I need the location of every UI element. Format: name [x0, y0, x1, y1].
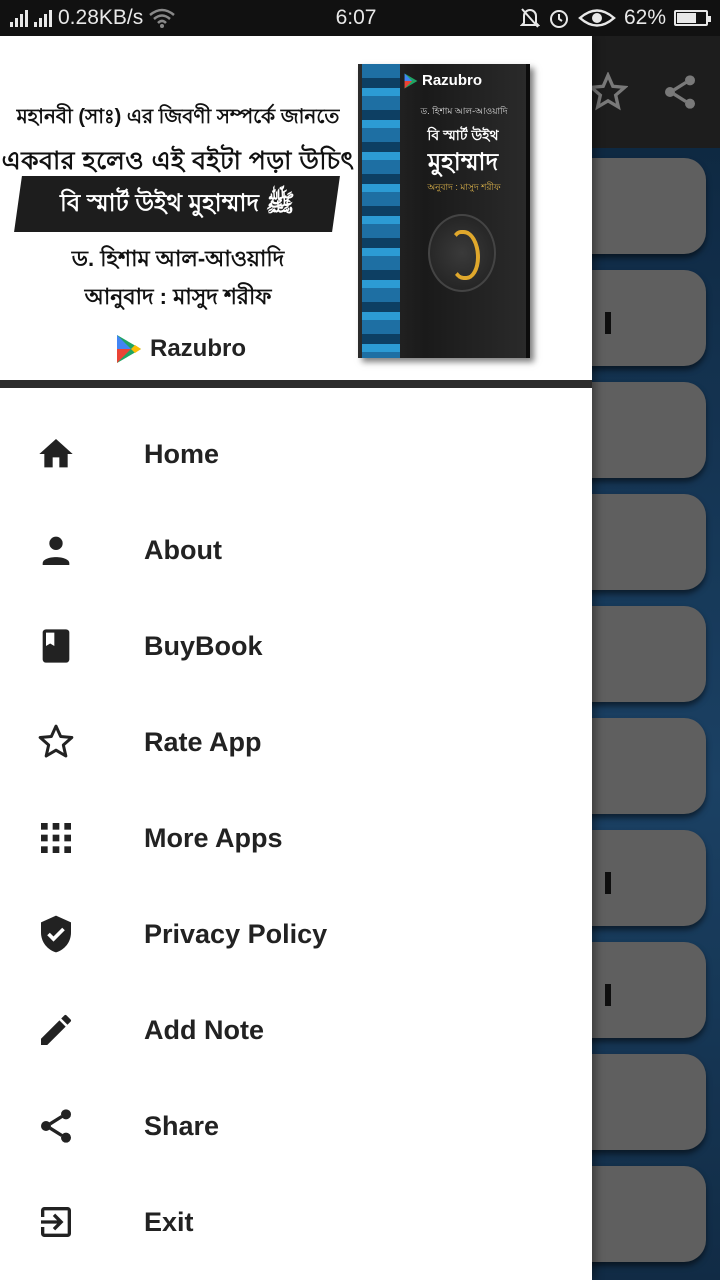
promo-title: বি স্মার্ট উইথ মুহাম্মাদ ﷺ — [59, 190, 295, 217]
menu-label: Home — [144, 439, 220, 469]
menu-item-add-note[interactable]: Add Note — [0, 982, 592, 1078]
apps-grid-icon — [36, 818, 76, 858]
alarm-icon — [549, 10, 568, 28]
header-divider — [0, 380, 592, 388]
status-bar: 0.28KB/s 6:07 62% — [0, 0, 720, 36]
menu-item-exit[interactable]: Exit — [0, 1174, 592, 1270]
promo-author: ড. হিশাম আল-আওয়াদি — [71, 246, 285, 271]
status-right: 62% — [519, 6, 711, 30]
drawer-menu: Home About BuyBook Rate App More Apps Pr… — [0, 406, 592, 1270]
exit-icon — [36, 1202, 76, 1242]
menu-label: Add Note — [144, 1015, 264, 1045]
menu-item-share[interactable]: Share — [0, 1078, 592, 1174]
shield-check-icon — [36, 914, 76, 954]
promo-title-ribbon: বি স্মার্ট উইথ মুহাম্মাদ ﷺ — [14, 176, 340, 232]
menu-label: BuyBook — [144, 631, 263, 661]
menu-label: Share — [144, 1111, 220, 1141]
menu-item-more-apps[interactable]: More Apps — [0, 790, 592, 886]
promo-translator: আনুবাদ : মাসুদ শরীফ — [84, 284, 272, 309]
book-author: ড. হিশাম আল-আওয়াদি — [420, 106, 508, 116]
menu-item-buybook[interactable]: BuyBook — [0, 598, 592, 694]
brand-name: Razubro — [150, 335, 246, 362]
menu-label: About — [144, 535, 222, 565]
book-icon — [36, 626, 76, 666]
menu-label: Rate App — [144, 727, 262, 757]
menu-label: More Apps — [144, 823, 283, 853]
book-cover: Razubro ড. হিশাম আল-আওয়াদি বি স্মার্ট উ… — [358, 64, 530, 358]
pencil-icon — [36, 1010, 76, 1050]
brand-logo: Razubro — [116, 334, 246, 364]
menu-item-home[interactable]: Home — [0, 406, 592, 502]
promo-text: মহানবী (সাঃ) এর জিবণী সম্পর্কে জানতে একব… — [0, 102, 356, 184]
calligraphy-emblem — [428, 214, 496, 292]
book-title-line2: মুহাম্মাদ — [427, 149, 499, 176]
home-icon — [36, 434, 76, 474]
play-store-icon — [404, 73, 418, 88]
notifications-off-icon — [519, 8, 540, 28]
book-brand: Razubro — [404, 72, 482, 89]
person-icon — [36, 530, 76, 570]
share-icon — [36, 1106, 76, 1146]
battery-fill — [677, 13, 696, 23]
menu-item-rate-app[interactable]: Rate App — [0, 694, 592, 790]
menu-label: Privacy Policy — [144, 919, 328, 949]
book-brand-name: Razubro — [422, 72, 482, 89]
star-outline-icon — [36, 722, 76, 762]
book-pattern — [362, 64, 400, 358]
drawer-header: মহানবী (সাঃ) এর জিবণী সম্পর্কে জানতে একব… — [0, 36, 592, 380]
battery-percent: 62% — [623, 6, 666, 29]
navigation-drawer: মহানবী (সাঃ) এর জিবণী সম্পর্কে জানতে একব… — [0, 36, 592, 1280]
menu-item-privacy-policy[interactable]: Privacy Policy — [0, 886, 592, 982]
menu-label: Exit — [144, 1207, 194, 1237]
menu-item-about[interactable]: About — [0, 502, 592, 598]
battery-icon — [674, 10, 711, 26]
book-translator: অনুবাদ : মাসুদ শরীফ — [427, 182, 501, 192]
play-store-icon — [117, 335, 141, 363]
promo-line1: মহানবী (সাঃ) এর জিবণী সম্পর্কে জানতে — [16, 106, 340, 128]
eye-icon — [578, 9, 616, 27]
